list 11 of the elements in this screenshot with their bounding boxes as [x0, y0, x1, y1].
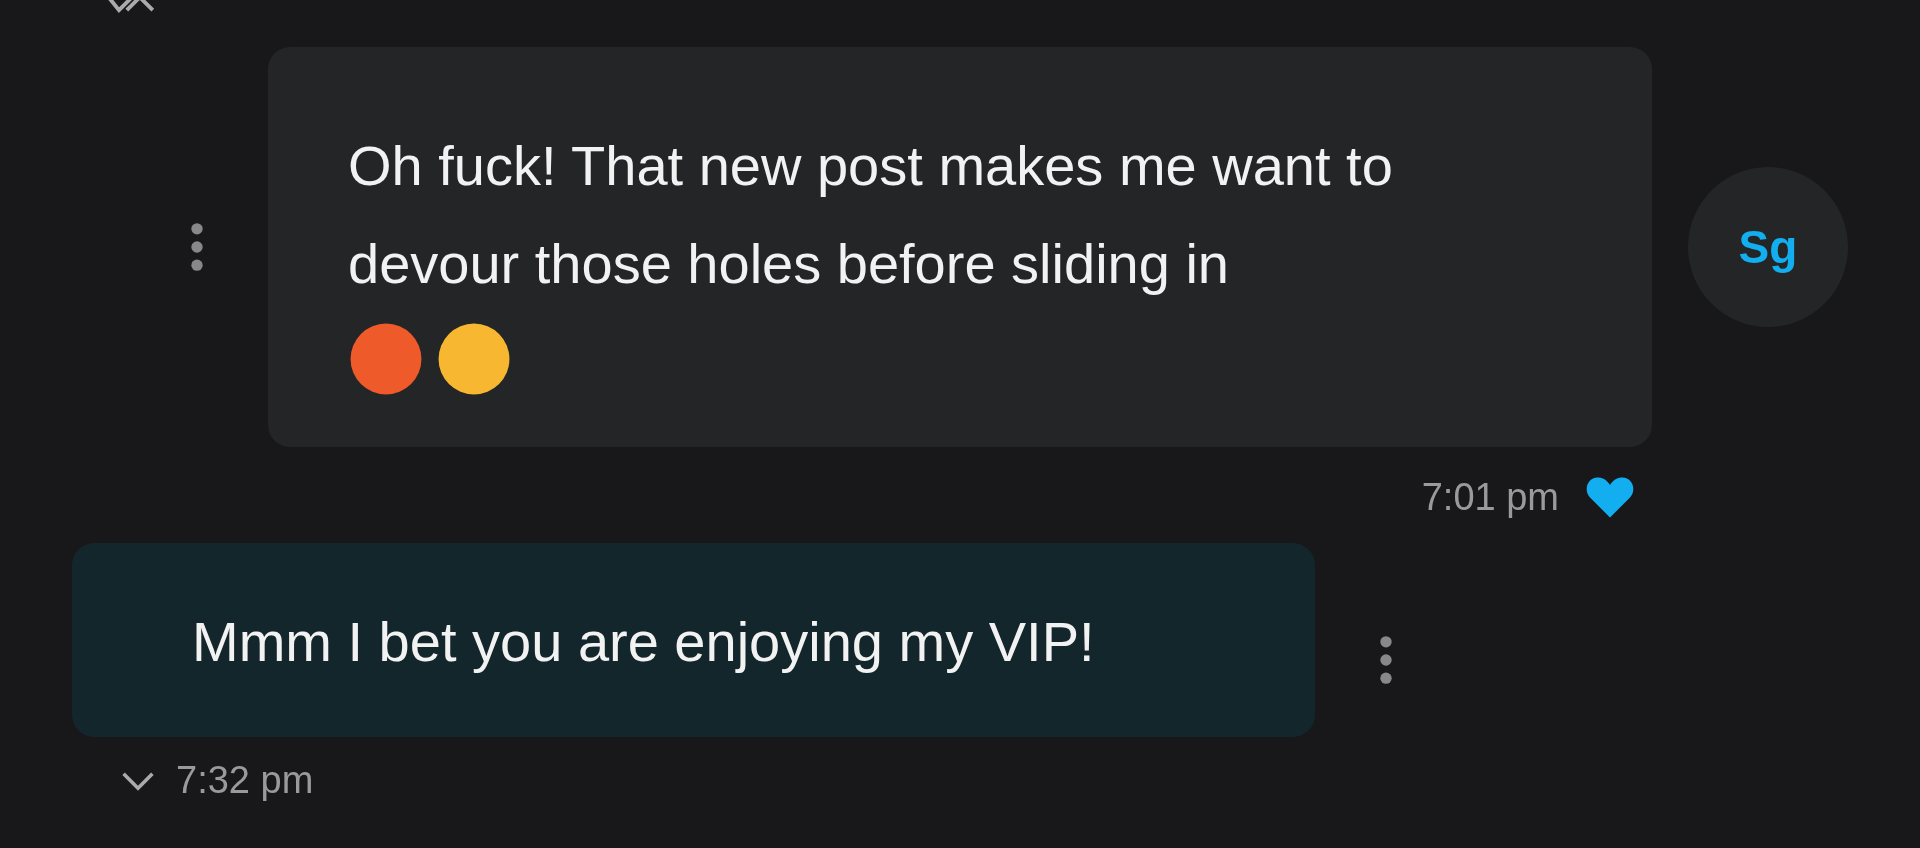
- emoji-icon: [348, 321, 424, 397]
- avatar[interactable]: Sg: [1688, 167, 1848, 327]
- avatar-initials: Sg: [1738, 220, 1798, 274]
- message-time: 7:01 pm: [1421, 475, 1559, 519]
- more-options-icon[interactable]: [190, 222, 204, 272]
- message-text: Mmm I bet you are enjoying my VIP!: [192, 609, 1096, 675]
- message-time: 7:32 pm: [176, 759, 314, 802]
- emoji-icon: [436, 321, 512, 397]
- message-text: Oh fuck! That new post makes me want to devour those holes before sliding in: [348, 133, 1394, 297]
- heart-icon[interactable]: [1585, 474, 1635, 520]
- more-options-icon[interactable]: [1379, 635, 1393, 685]
